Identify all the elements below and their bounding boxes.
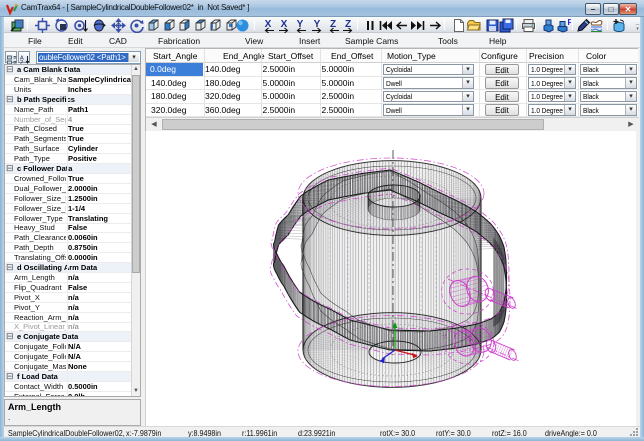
svg-text:F: F	[568, 18, 572, 27]
svg-text:Z: Z	[345, 19, 351, 30]
svg-text:X: X	[281, 19, 288, 30]
svg-text:Y: Y	[313, 19, 320, 30]
